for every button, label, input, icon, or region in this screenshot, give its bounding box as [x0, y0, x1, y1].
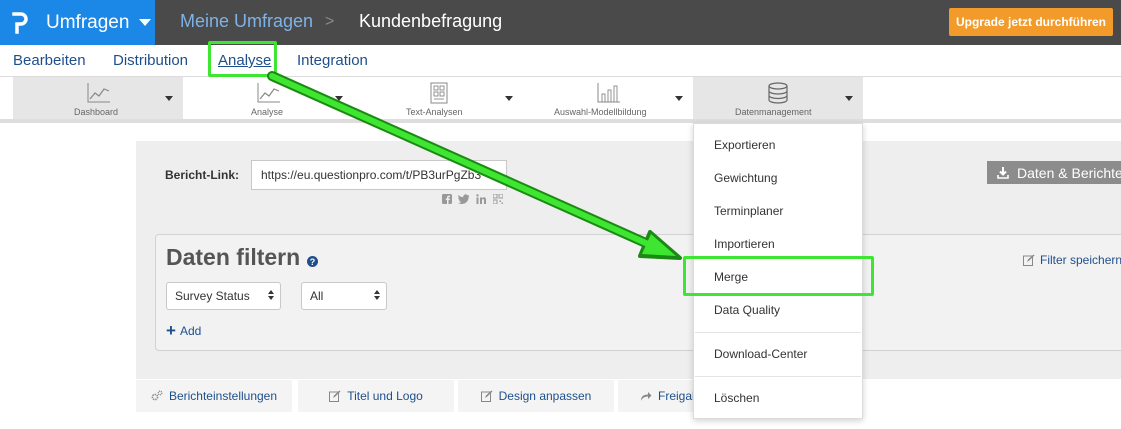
analysis-sub-nav: Dashboard Analyse Text-Analysen Auswahl-…	[0, 77, 1121, 123]
menu-item-download-center[interactable]: Download-Center	[714, 347, 807, 361]
main-nav: Bearbeiten Distribution Analyse Integrat…	[0, 45, 1121, 77]
facebook-icon[interactable]	[441, 193, 452, 204]
menu-divider	[695, 376, 861, 377]
edit-icon	[480, 390, 493, 402]
menu-item-data-quality[interactable]: Data Quality	[714, 303, 780, 317]
product-name: Umfragen	[46, 11, 130, 33]
filter-title: Daten filtern	[166, 244, 301, 270]
bar-chart-icon	[597, 83, 620, 103]
report-settings-tabs: Berichteinstellungen Titel und Logo Desi…	[136, 380, 1121, 412]
menu-item-terminplaner[interactable]: Terminplaner	[714, 204, 783, 218]
report-link-label: Bericht-Link:	[165, 168, 240, 182]
share-icons	[441, 193, 503, 204]
chevron-down-icon[interactable]	[845, 96, 853, 101]
product-switcher[interactable]: Umfragen	[0, 0, 155, 45]
twitter-icon[interactable]	[458, 193, 469, 204]
subnav-datenmanagement[interactable]: Datenmanagement	[693, 77, 863, 119]
menu-item-importieren[interactable]: Importieren	[714, 237, 775, 251]
subnav-dashboard-label: Dashboard	[74, 107, 119, 117]
qr-code-icon[interactable]	[492, 193, 503, 204]
database-icon	[768, 82, 788, 104]
help-icon[interactable]: ?	[307, 256, 318, 267]
tab-berichteinstellungen[interactable]: Berichteinstellungen	[136, 380, 292, 412]
menu-item-exportieren[interactable]: Exportieren	[714, 138, 775, 152]
subnav-analyse[interactable]: Analyse	[183, 77, 353, 119]
top-bar: Umfragen Meine Umfragen > Kundenbefragun…	[0, 0, 1121, 45]
edit-icon	[1023, 254, 1035, 266]
gears-icon	[151, 390, 163, 402]
add-filter-link[interactable]: + Add	[166, 322, 201, 339]
share-arrow-icon	[640, 390, 652, 402]
line-chart-icon	[257, 83, 280, 103]
tab-titel-und-logo-label: Titel und Logo	[347, 389, 423, 403]
breadcrumb-separator: >	[325, 13, 335, 30]
menu-divider	[695, 332, 861, 333]
subnav-auswahl-label: Auswahl-Modellbildung	[554, 107, 647, 117]
edit-icon	[329, 390, 341, 402]
tab-integration[interactable]: Integration	[297, 52, 368, 69]
merge-highlight-box	[683, 256, 874, 296]
download-button-label: Daten & Berichte	[1017, 164, 1121, 181]
subnav-text-analysen[interactable]: Text-Analysen	[353, 77, 523, 119]
upgrade-button[interactable]: Upgrade jetzt durchführen	[949, 8, 1113, 36]
save-filter-link[interactable]: Filter speichern	[1023, 253, 1121, 267]
subnav-text-analysen-label: Text-Analysen	[406, 107, 463, 117]
add-filter-label: Add	[179, 323, 202, 338]
select-arrows-icon	[268, 290, 274, 300]
tab-design-anpassen[interactable]: Design anpassen	[458, 380, 614, 412]
tab-design-anpassen-label: Design anpassen	[498, 389, 592, 403]
breadcrumb-my-surveys[interactable]: Meine Umfragen	[180, 11, 313, 32]
download-data-reports-button[interactable]: Daten & Berichte	[987, 161, 1121, 184]
chevron-down-icon[interactable]	[505, 96, 513, 101]
menu-item-loeschen[interactable]: Löschen	[714, 391, 759, 405]
subnav-dashboard[interactable]: Dashboard	[13, 77, 183, 119]
status-value-select-value: All	[310, 289, 324, 303]
subnav-datenmanagement-label: Datenmanagement	[735, 107, 812, 117]
chevron-down-icon[interactable]	[675, 96, 683, 101]
tab-distribution[interactable]: Distribution	[113, 52, 188, 69]
status-value-select[interactable]: All	[301, 282, 387, 310]
plus-icon: +	[166, 321, 176, 340]
breadcrumb-current-survey: Kundenbefragung	[359, 11, 503, 31]
save-filter-label: Filter speichern	[1040, 253, 1121, 267]
select-arrows-icon	[374, 290, 380, 300]
questionpro-logo-icon	[7, 10, 33, 36]
tab-titel-und-logo[interactable]: Titel und Logo	[298, 380, 454, 412]
survey-status-select-value: Survey Status	[175, 289, 250, 303]
chevron-down-icon	[139, 19, 152, 26]
line-chart-icon	[87, 83, 110, 103]
analyse-highlight-box	[208, 41, 277, 77]
text-grid-icon	[430, 82, 448, 104]
report-link-input[interactable]	[251, 160, 507, 190]
linkedin-icon[interactable]	[475, 193, 486, 204]
tab-bearbeiten[interactable]: Bearbeiten	[13, 52, 86, 69]
download-icon	[997, 166, 1009, 179]
tab-berichteinstellungen-label: Berichteinstellungen	[168, 389, 278, 403]
subnav-auswahl-modellbildung[interactable]: Auswahl-Modellbildung	[523, 77, 693, 119]
chevron-down-icon[interactable]	[165, 96, 173, 101]
subnav-analyse-label: Analyse	[251, 107, 284, 117]
chevron-down-icon[interactable]	[335, 96, 343, 101]
menu-item-gewichtung[interactable]: Gewichtung	[714, 171, 777, 185]
survey-status-select[interactable]: Survey Status	[166, 282, 281, 310]
